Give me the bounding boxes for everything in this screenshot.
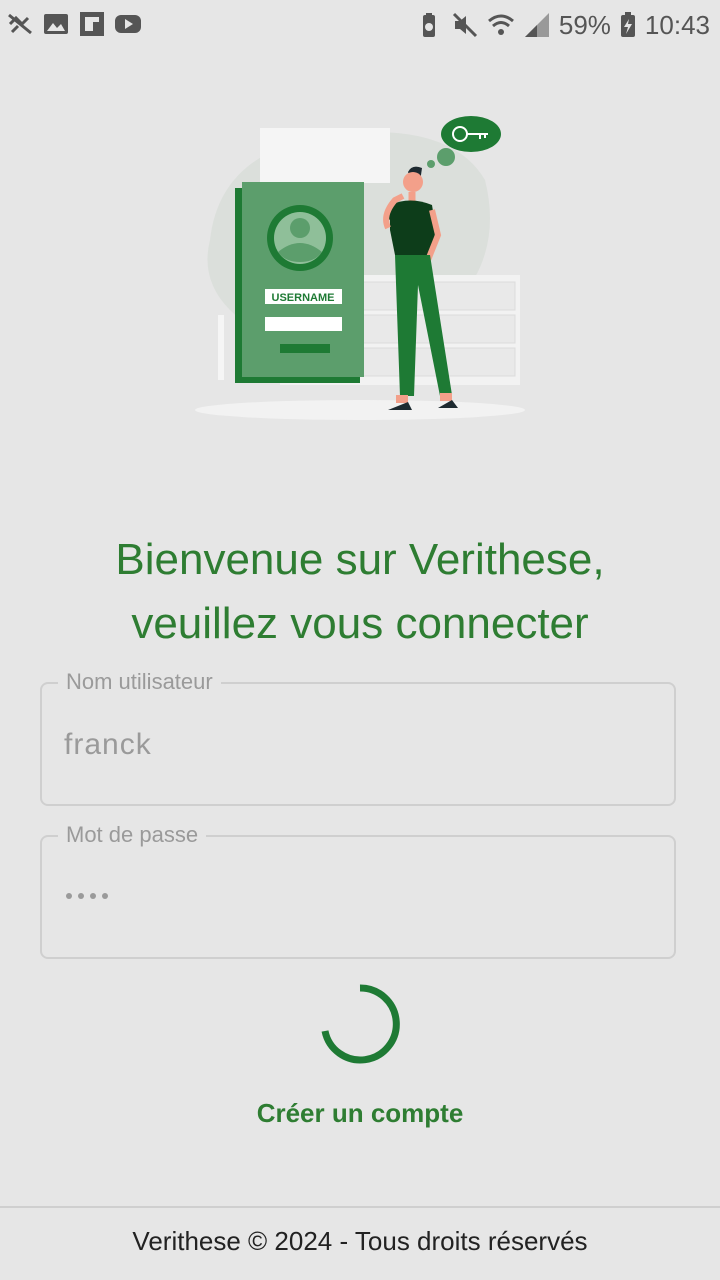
no-signal-icon (8, 13, 32, 35)
battery-saver-icon (422, 13, 435, 37)
image-icon (44, 14, 68, 34)
status-bar: 59% 10:43 (0, 0, 720, 50)
status-left-icons (6, 10, 142, 38)
wifi-icon (487, 14, 514, 35)
welcome-heading: Bienvenue sur Verithese, veuillez vous c… (40, 528, 680, 656)
id-card: USERNAME (235, 182, 364, 383)
footer-divider (0, 1206, 720, 1208)
card-label: USERNAME (272, 292, 335, 304)
clock: 10:43 (644, 10, 710, 40)
password-field[interactable]: Mot de passe (40, 821, 676, 959)
password-dot (102, 893, 108, 899)
password-label: Mot de passe (58, 821, 207, 849)
password-dot (78, 893, 84, 899)
username-value: franck (64, 728, 152, 761)
password-dot (66, 893, 72, 899)
cell-signal-icon (524, 13, 549, 37)
flipboard-icon (80, 12, 104, 36)
login-illustration: USERNAME (195, 116, 525, 420)
username-label: Nom utilisateur (58, 668, 221, 696)
welcome-line-2: veuillez vous connecter (131, 599, 589, 648)
mute-icon (452, 12, 477, 38)
footer-text: Verithese © 2024 - Tous droits réservés (132, 1226, 588, 1256)
welcome-line-1: Bienvenue sur Verithese, (115, 535, 605, 584)
username-field[interactable]: Nom utilisateur franck (40, 668, 676, 806)
create-account-link[interactable]: Créer un compte (200, 1098, 520, 1129)
battery-percent: 59% (558, 10, 611, 40)
status-right-icons: 59% 10:43 (415, 10, 710, 40)
password-mask (66, 893, 108, 899)
battery-charging-icon (620, 12, 635, 37)
password-dot (90, 893, 96, 899)
loading-spinner-icon (321, 984, 400, 1064)
youtube-icon (115, 15, 141, 33)
